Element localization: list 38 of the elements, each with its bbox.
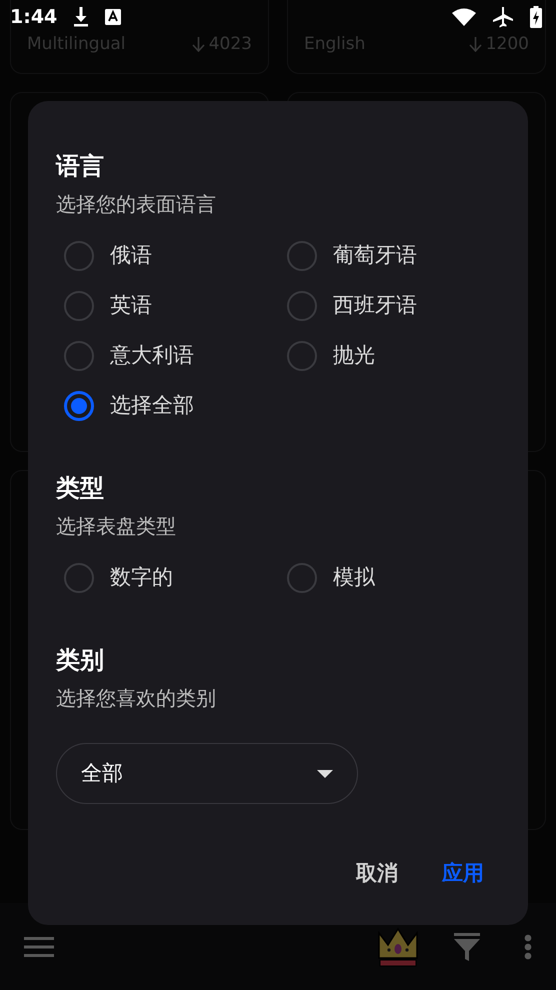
category-dropdown[interactable]: 全部 bbox=[56, 743, 358, 804]
radio-option[interactable]: 模拟 bbox=[279, 553, 500, 603]
radio-icon[interactable] bbox=[64, 391, 94, 421]
section-title: 类型 bbox=[56, 473, 105, 504]
section-title: 语言 bbox=[56, 151, 105, 182]
cancel-button[interactable]: 取消 bbox=[346, 852, 408, 896]
battery-charging-icon bbox=[530, 6, 542, 28]
wifi-icon bbox=[452, 8, 476, 26]
radio-option[interactable]: 俄语 bbox=[56, 231, 279, 281]
section-subtitle: 选择您喜欢的类别 bbox=[56, 685, 217, 712]
radio-icon[interactable] bbox=[287, 241, 317, 271]
download-arrow-icon bbox=[468, 36, 482, 52]
radio-option[interactable]: 数字的 bbox=[56, 553, 279, 603]
app-notification-icon bbox=[105, 9, 122, 25]
radio-option[interactable]: 葡萄牙语 bbox=[279, 231, 500, 281]
radio-icon[interactable] bbox=[64, 291, 94, 321]
radio-option[interactable]: 选择全部 bbox=[56, 381, 279, 431]
radio-icon[interactable] bbox=[287, 341, 317, 371]
airplane-icon bbox=[492, 6, 514, 28]
menu-icon[interactable] bbox=[24, 936, 54, 956]
section-subtitle: 选择表盘类型 bbox=[56, 513, 177, 540]
section-title: 类别 bbox=[56, 645, 105, 676]
more-icon[interactable] bbox=[524, 934, 532, 960]
radio-icon[interactable] bbox=[64, 341, 94, 371]
radio-option[interactable]: 西班牙语 bbox=[279, 281, 500, 331]
radio-icon[interactable] bbox=[64, 241, 94, 271]
radio-icon[interactable] bbox=[287, 563, 317, 593]
filter-icon[interactable] bbox=[454, 932, 480, 960]
section-subtitle: 选择您的表面语言 bbox=[56, 191, 217, 218]
radio-icon[interactable] bbox=[64, 563, 94, 593]
radio-option[interactable]: 抛光 bbox=[279, 331, 500, 381]
download-arrow-icon bbox=[192, 36, 205, 52]
radio-option[interactable]: 英语 bbox=[56, 281, 279, 331]
radio-icon[interactable] bbox=[287, 291, 317, 321]
status-time: 1:44 bbox=[10, 4, 58, 30]
radio-option[interactable]: 意大利语 bbox=[56, 331, 279, 381]
dropdown-caret-icon bbox=[317, 770, 333, 778]
download-icon bbox=[73, 7, 90, 27]
